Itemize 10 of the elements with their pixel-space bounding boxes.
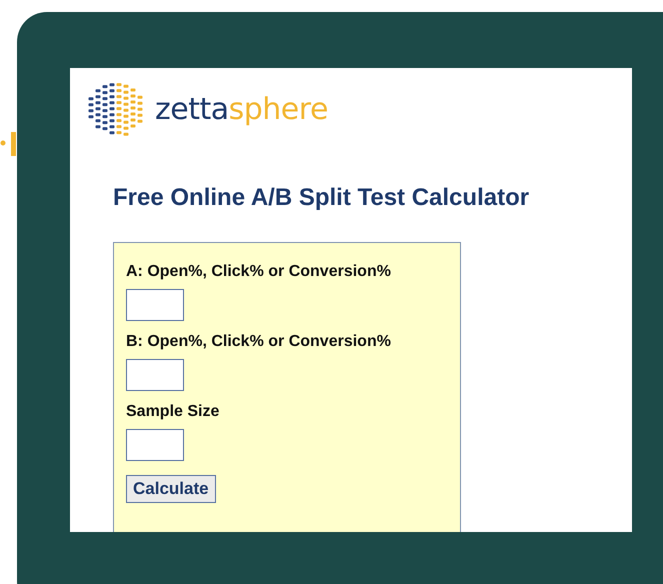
field-label: A: Open%, Click% or Conversion% bbox=[126, 263, 392, 281]
input-field[interactable] bbox=[126, 289, 184, 321]
dash-mark-icon bbox=[0, 130, 16, 156]
page-heading: Free Online A/B Split Test Calculator bbox=[113, 184, 530, 212]
input-field[interactable] bbox=[126, 359, 184, 391]
calculate-button[interactable]: Calculate bbox=[126, 475, 216, 503]
field-label: B: Open%, Click% or Conversion% bbox=[126, 333, 392, 351]
field-label: Sample Size bbox=[126, 403, 220, 421]
logo-wordmark: zettasphere bbox=[155, 92, 328, 126]
input-field[interactable] bbox=[126, 429, 184, 461]
